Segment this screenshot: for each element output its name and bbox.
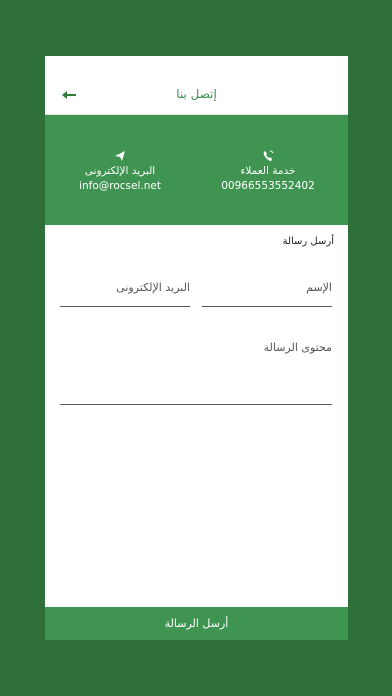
form-heading: أرسل رسالة	[282, 236, 334, 247]
send-icon	[115, 151, 125, 161]
message-field-wrapper	[60, 341, 332, 405]
name-input[interactable]	[202, 281, 332, 294]
phone-contact: خدمة العملاء 00966553552402	[193, 150, 343, 194]
phone-icon	[263, 150, 274, 161]
name-underline	[202, 306, 332, 307]
email-field-wrapper	[60, 276, 190, 307]
app-header: إتصل بنا	[45, 56, 348, 115]
phone-label: خدمة العملاء	[240, 165, 296, 177]
phone-value[interactable]: 00966553552402	[193, 179, 343, 194]
contact-info-panel: البريد الإلكترونى info@rocsel.net خدمة ا…	[45, 115, 348, 225]
message-underline	[60, 404, 332, 405]
email-contact: البريد الإلكترونى info@rocsel.net	[45, 150, 195, 194]
email-value[interactable]: info@rocsel.net	[45, 179, 195, 194]
email-input[interactable]	[60, 281, 190, 294]
message-form: أرسل رسالة	[45, 225, 348, 607]
email-underline	[60, 306, 190, 307]
page-title: إتصل بنا	[176, 87, 217, 101]
message-input[interactable]	[60, 341, 332, 381]
send-message-button[interactable]: أرسل الرسالة	[45, 607, 348, 640]
contact-card: إتصل بنا البريد الإلكترونى info@rocsel.n…	[45, 56, 348, 640]
email-label: البريد الإلكترونى	[84, 165, 156, 177]
name-field-wrapper	[202, 276, 332, 307]
